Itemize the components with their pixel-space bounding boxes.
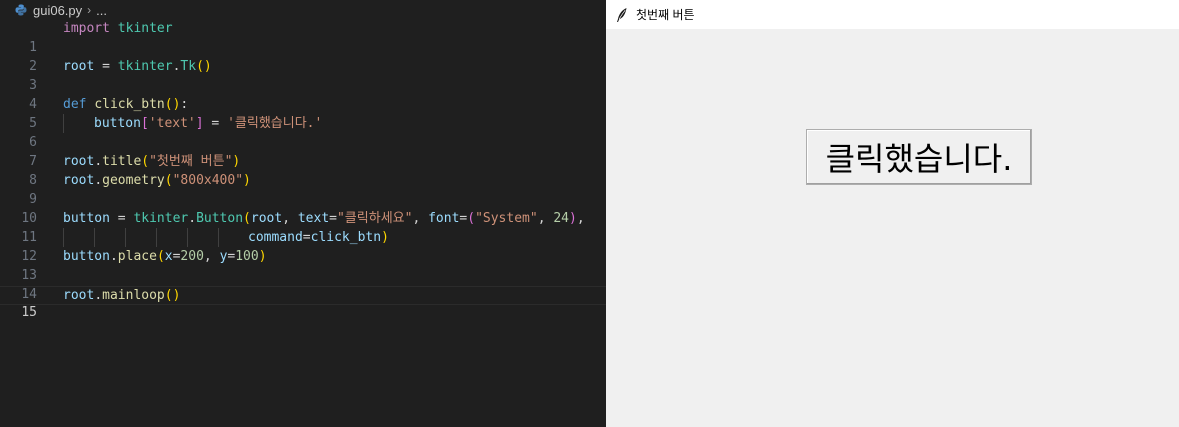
indent-guide: [218, 228, 219, 247]
chevron-right-icon: ›: [87, 3, 92, 17]
code-line[interactable]: 7: [0, 133, 606, 169]
code-line[interactable]: 10: [0, 190, 606, 226]
code-line[interactable]: 8 root.title("첫번째 버튼"): [0, 152, 606, 188]
click-button[interactable]: 클릭했습니다.: [806, 129, 1032, 185]
code-line[interactable]: 5 def click_btn():: [0, 95, 606, 131]
tk-feather-icon: [615, 7, 629, 23]
code-line[interactable]: 13 button.place(x=200, y=100): [0, 247, 606, 283]
breadcrumb-symbols[interactable]: ...: [96, 3, 107, 18]
code-line[interactable]: 12 command=click_btn): [0, 228, 606, 264]
code-line[interactable]: 14: [0, 266, 606, 302]
indent-guide: [94, 228, 95, 247]
code-line[interactable]: 3 root = tkinter.Tk(): [0, 57, 606, 93]
indent-guide: [125, 228, 126, 247]
breadcrumb: gui06.py › ...: [0, 0, 606, 20]
line-number: 15: [21, 305, 37, 320]
code-editor[interactable]: gui06.py › ... 1 import tkinter 2 3 root…: [0, 0, 606, 427]
window-titlebar[interactable]: 첫번째 버튼: [606, 0, 1179, 29]
window-title: 첫번째 버튼: [636, 8, 695, 22]
code-line[interactable]: 9 root.geometry("800x400"): [0, 171, 606, 207]
indent-guide: [63, 114, 64, 133]
indent-guide: [63, 228, 64, 247]
breadcrumb-file[interactable]: gui06.py: [33, 3, 82, 18]
code-line[interactable]: 11 button = tkinter.Button(root, text="클…: [0, 209, 606, 245]
tk-window: 첫번째 버튼 클릭했습니다.: [606, 0, 1179, 427]
code-line[interactable]: 1 import tkinter: [0, 19, 606, 55]
code-line-current[interactable]: 15 root.mainloop(): [0, 286, 606, 320]
indent-guide: [156, 228, 157, 247]
python-file-icon: [15, 4, 27, 16]
code-line[interactable]: 4: [0, 76, 606, 112]
code-line[interactable]: 2: [0, 38, 606, 74]
indent-guide: [187, 228, 188, 247]
code-line[interactable]: 6 button['text'] = '클릭했습니다.': [0, 114, 606, 150]
